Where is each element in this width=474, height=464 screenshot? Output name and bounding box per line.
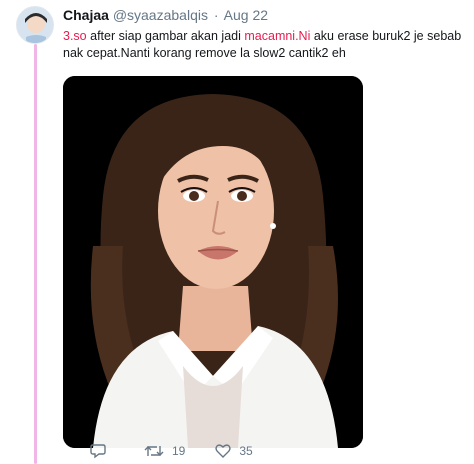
mention-link-2[interactable]: macamni.Ni — [244, 29, 310, 43]
retweet-count: 19 — [172, 444, 186, 458]
tweet-time[interactable]: Aug 22 — [224, 7, 268, 23]
retweet-button[interactable]: 19 — [144, 443, 185, 459]
reply-button[interactable] — [90, 443, 114, 459]
like-button[interactable]: 35 — [215, 443, 253, 459]
author-handle[interactable]: @syaazabalqis — [113, 7, 208, 23]
tweet-text: 3.so after siap gambar akan jadi macamni… — [63, 28, 463, 62]
mention-link-1[interactable]: 3.so — [63, 29, 87, 43]
author-name[interactable]: Chajaa — [63, 7, 109, 23]
separator-dot: · — [213, 7, 219, 23]
retweet-icon — [144, 446, 164, 456]
reply-icon — [90, 444, 106, 459]
avatar[interactable] — [16, 6, 54, 44]
tweet-photo[interactable] — [63, 76, 363, 448]
avatar-image — [17, 7, 53, 43]
tweet-actions: 19 35 — [90, 443, 283, 459]
like-count: 35 — [239, 444, 253, 458]
portrait-photo-image — [63, 76, 363, 448]
heart-icon — [215, 444, 232, 458]
tweet-header: Chajaa @syaazabalqis · Aug 22 — [63, 6, 464, 24]
thread-line — [34, 44, 37, 464]
tweet: Chajaa @syaazabalqis · Aug 22 3.so after… — [63, 6, 464, 448]
tweet-text-part-1: after siap gambar akan jadi — [86, 29, 245, 43]
